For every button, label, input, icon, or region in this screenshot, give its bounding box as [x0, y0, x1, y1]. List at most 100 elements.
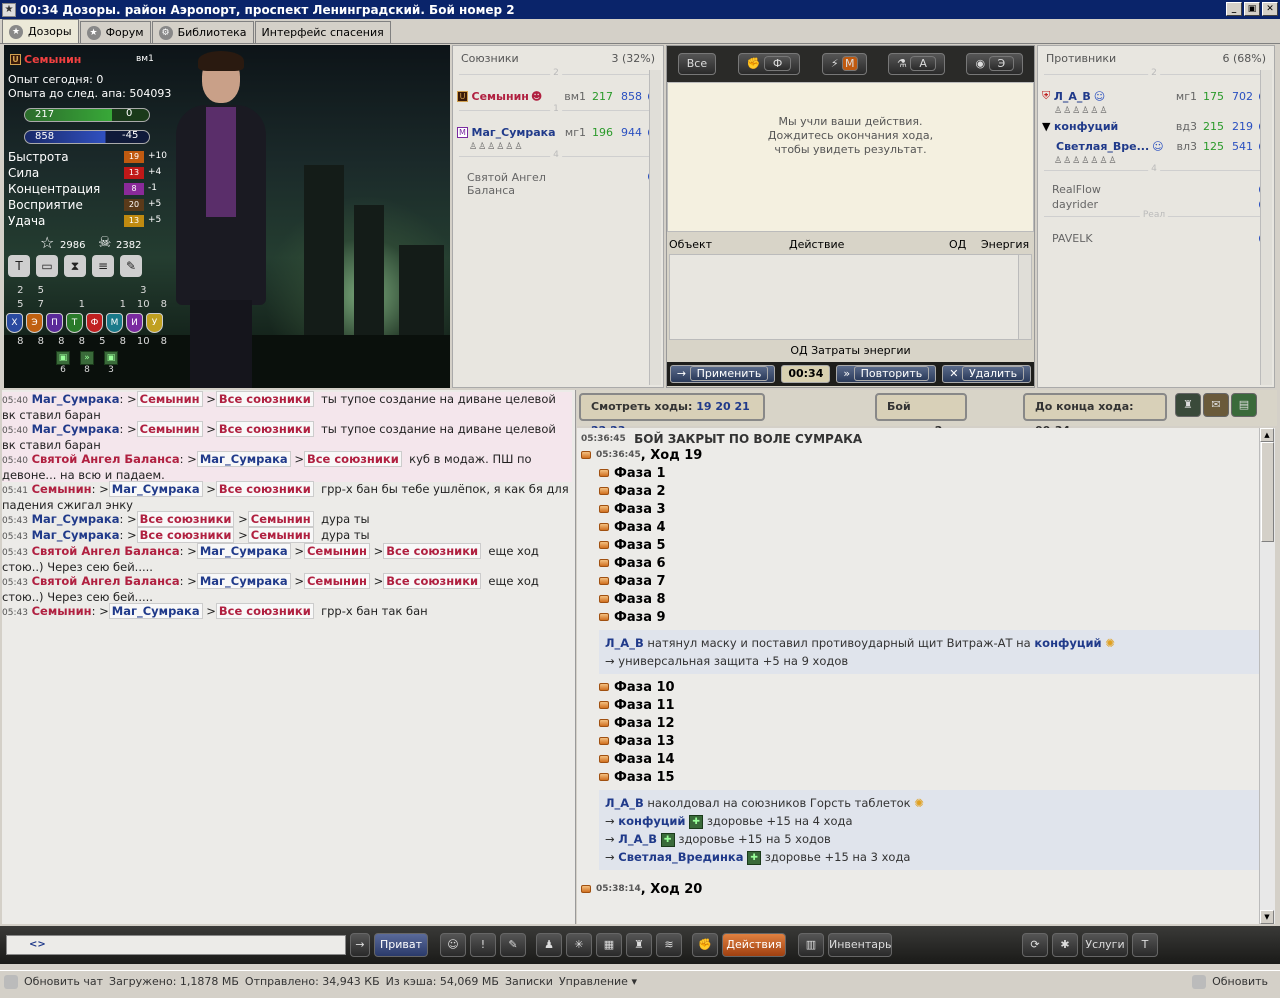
chat-recipient[interactable]: Маг_Сумрака	[196, 573, 291, 589]
map-icon[interactable]: ▤	[1231, 393, 1257, 417]
refresh-icon[interactable]	[4, 974, 18, 989]
phase-row[interactable]: Фаза 14	[599, 750, 1259, 768]
phase-row[interactable]: Фаза 8	[599, 590, 1259, 608]
refresh-icon[interactable]	[1192, 974, 1207, 989]
expand-icon[interactable]	[599, 737, 609, 745]
phase-row[interactable]: Фаза 11	[599, 696, 1259, 714]
enemy-row[interactable]: ▼ конфуций вд3215219 i	[1038, 116, 1274, 136]
chat-sender[interactable]: Маг_Сумрака	[32, 392, 120, 406]
expand-icon[interactable]	[599, 701, 609, 709]
expand-icon[interactable]	[599, 469, 609, 477]
document-icon[interactable]: ≡	[92, 255, 114, 277]
chat-recipient[interactable]: Семынин	[303, 573, 370, 589]
character-name-row[interactable]: U Семынин	[10, 53, 81, 66]
chat-input[interactable]: <>	[6, 935, 346, 955]
expand-icon[interactable]	[599, 559, 609, 567]
group-icon[interactable]: ♜	[626, 933, 652, 957]
fist-icon[interactable]: ✊	[692, 933, 718, 957]
shield-icon[interactable]: П	[46, 313, 63, 333]
scroll-thumb[interactable]	[1261, 442, 1274, 542]
private-button[interactable]: Приват	[374, 933, 428, 957]
layers-icon[interactable]: ≋	[656, 933, 682, 957]
turn-19[interactable]: 05:36:45, Ход 19	[581, 446, 1259, 464]
allies-scrollbar[interactable]	[649, 70, 661, 385]
shield-icon[interactable]: X	[6, 313, 23, 333]
chat-sender[interactable]: Маг_Сумрака	[32, 512, 120, 526]
tools-icon[interactable]: ✎	[120, 255, 142, 277]
send-arrow-icon[interactable]: →	[350, 933, 370, 957]
chat-sender[interactable]: Маг_Сумрака	[32, 422, 120, 436]
expand-icon[interactable]	[599, 719, 609, 727]
chat-recipient[interactable]: Все союзники	[136, 511, 235, 527]
inventory-button[interactable]: Инвентарь	[828, 933, 892, 957]
phase-row[interactable]: Фаза 12	[599, 714, 1259, 732]
map-icon[interactable]: ▦	[596, 933, 622, 957]
expand-icon[interactable]	[599, 487, 609, 495]
expand-icon[interactable]	[599, 773, 609, 781]
shield-icon[interactable]: У	[146, 313, 163, 333]
phase-row[interactable]: Фаза 2	[599, 482, 1259, 500]
chat-recipient[interactable]: Маг_Сумрака	[196, 543, 291, 559]
edit-icon[interactable]: ✎	[500, 933, 526, 957]
actions-button[interactable]: Действия	[722, 933, 786, 957]
notes-link[interactable]: Записки	[505, 975, 553, 988]
scroll-icon[interactable]: ✉	[1203, 393, 1229, 417]
tab-rescue-interface[interactable]: Интерфейс спасения	[254, 21, 391, 43]
chat-recipient[interactable]: Семынин	[136, 421, 203, 437]
spider-icon[interactable]: ✱	[1052, 933, 1078, 957]
scroll-up-arrow[interactable]: ▲	[1260, 428, 1274, 442]
enemy-row[interactable]: PAVELKi	[1038, 228, 1274, 248]
delete-button[interactable]: ✕ Удалить	[942, 365, 1032, 383]
alert-icon[interactable]: !	[470, 933, 496, 957]
phase-row[interactable]: Фаза 5	[599, 536, 1259, 554]
chat-recipient[interactable]: Все союзники	[215, 481, 314, 497]
phase-row[interactable]: Фаза 4	[599, 518, 1259, 536]
chat-recipient[interactable]: Все союзники	[215, 391, 314, 407]
chat-recipient[interactable]: Маг_Сумрака	[108, 481, 203, 497]
expand-icon[interactable]	[599, 683, 609, 691]
chat-recipient[interactable]: Семынин	[303, 543, 370, 559]
expand-icon[interactable]	[581, 885, 591, 893]
battle-log-scrollbar[interactable]: ▲ ▼	[1259, 428, 1275, 924]
scroll-down-arrow[interactable]: ▼	[1260, 910, 1274, 924]
maximize-button[interactable]: ▣	[1244, 2, 1260, 16]
phase-row[interactable]: Фаза 9	[599, 608, 1259, 626]
ally-row[interactable]: U Семынин ☻ вм1217858 i	[453, 86, 663, 106]
repeat-button[interactable]: » Повторить	[836, 365, 937, 383]
chat-recipient[interactable]: Семынин	[247, 511, 314, 527]
refresh-chat-link[interactable]: Обновить чат	[24, 975, 103, 988]
chat-recipient[interactable]: Все союзники	[136, 527, 235, 543]
phase-row[interactable]: Фаза 3	[599, 500, 1259, 518]
chat-recipient[interactable]: Все союзники	[303, 451, 402, 467]
talisman-icon[interactable]: T	[1132, 933, 1158, 957]
refresh-link[interactable]: Обновить	[1212, 975, 1268, 988]
close-button[interactable]: ✕	[1262, 2, 1278, 16]
buff-icon[interactable]: »	[80, 351, 94, 365]
chat-sender[interactable]: Семынин	[32, 604, 92, 618]
refresh-icon[interactable]: ⟳	[1022, 933, 1048, 957]
phase-row[interactable]: Фаза 7	[599, 572, 1259, 590]
expand-icon[interactable]	[599, 577, 609, 585]
filter-magic-button[interactable]: ⚡ М	[821, 53, 867, 75]
chat-recipient[interactable]: Семынин	[136, 391, 203, 407]
ally-row[interactable]: M Маг_Сумрака мг1196944 i	[453, 122, 663, 142]
phase-row[interactable]: Фаза 10	[599, 678, 1259, 696]
chat-sender[interactable]: Маг_Сумрака	[32, 528, 120, 542]
shield-icon[interactable]: М	[106, 313, 123, 333]
expand-icon[interactable]	[599, 523, 609, 531]
hourglass-icon[interactable]: ⧗	[64, 255, 86, 277]
chat-recipient[interactable]: Все союзники	[383, 543, 482, 559]
walk-icon[interactable]: ♟	[536, 933, 562, 957]
chat-recipient[interactable]: Маг_Сумрака	[108, 603, 203, 619]
enemies-scrollbar[interactable]	[1260, 70, 1272, 385]
buff-icon[interactable]: ▣	[56, 351, 70, 365]
backpack-icon[interactable]: ▥	[798, 933, 824, 957]
shield-icon[interactable]: Т	[66, 313, 83, 333]
chat-recipient[interactable]: Семынин	[247, 527, 314, 543]
shield-icon[interactable]: И	[126, 313, 143, 333]
filter-artifact-button[interactable]: ⚗ А	[888, 53, 945, 75]
chat-recipient[interactable]: Все союзники	[215, 603, 314, 619]
sparkle-icon[interactable]: ✳	[566, 933, 592, 957]
manage-menu[interactable]: Управление ▾	[559, 975, 637, 988]
expand-icon[interactable]	[599, 613, 609, 621]
